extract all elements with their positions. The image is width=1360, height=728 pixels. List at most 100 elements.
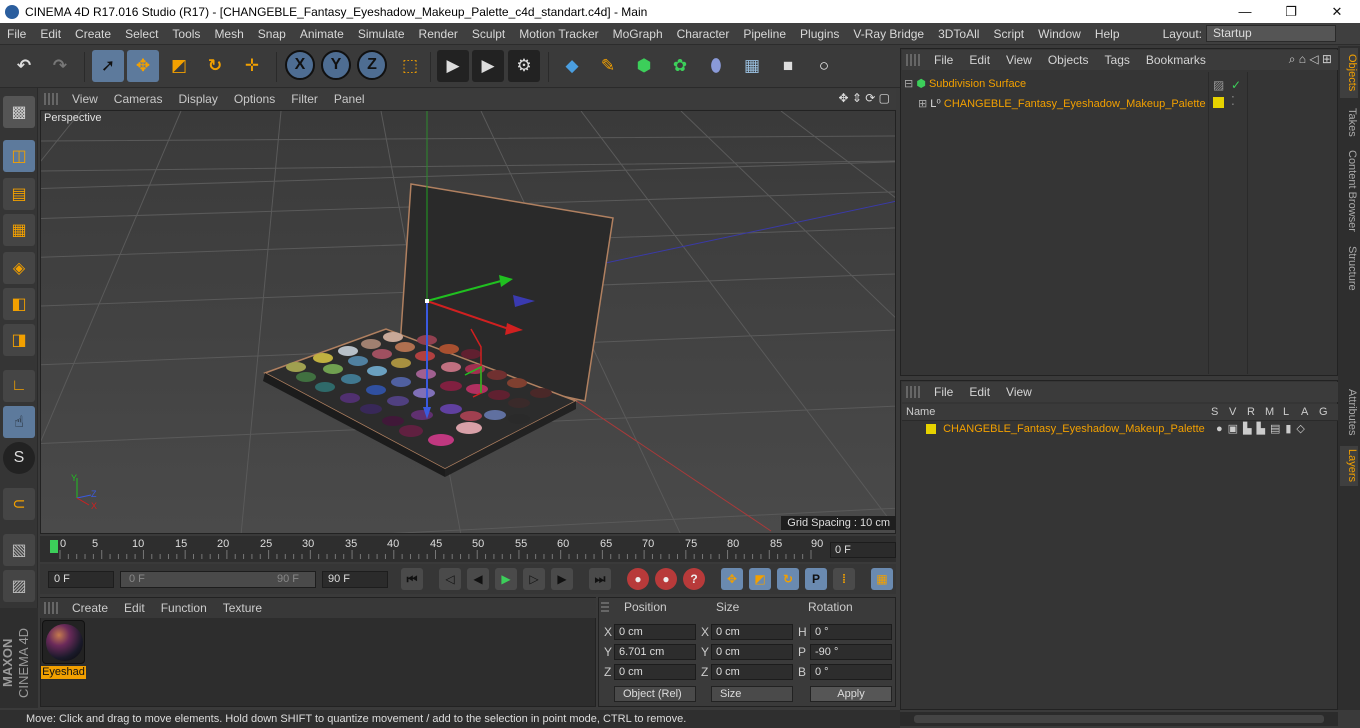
- expand-toggle-icon[interactable]: ⊞: [918, 98, 927, 110]
- layer-col-solo[interactable]: S: [1211, 406, 1218, 418]
- layer-col-locked[interactable]: L: [1283, 406, 1289, 418]
- go-to-next-key-icon[interactable]: ▶: [551, 568, 573, 590]
- menu-pipeline[interactable]: Pipeline: [736, 27, 793, 41]
- floor-icon[interactable]: ▦: [736, 50, 768, 82]
- recent-tools-icon[interactable]: ✛: [236, 50, 268, 82]
- menu-animate[interactable]: Animate: [293, 27, 351, 41]
- menu-sculpt[interactable]: Sculpt: [465, 27, 512, 41]
- record-active-objects-icon[interactable]: ●: [627, 568, 649, 590]
- menu-vray-bridge[interactable]: V-Ray Bridge: [846, 27, 931, 41]
- object-row-palette[interactable]: ⊞ L⁰ CHANGEBLE_Fantasy_Eyeshadow_Makeup_…: [904, 95, 1208, 113]
- planar-workplane-icon[interactable]: ▨: [3, 570, 35, 602]
- light-icon[interactable]: ○: [808, 50, 840, 82]
- objects-menu-file[interactable]: File: [926, 53, 961, 67]
- layers-menu-edit[interactable]: Edit: [961, 385, 998, 399]
- magnet-icon[interactable]: ⊂: [3, 488, 35, 520]
- expand-toggle-icon[interactable]: ⊟: [904, 78, 913, 90]
- layer-color-swatch[interactable]: [926, 424, 936, 435]
- pos-x-field[interactable]: 0 cm: [614, 624, 696, 640]
- tab-structure[interactable]: Structure: [1340, 240, 1358, 296]
- menu-tools[interactable]: Tools: [165, 27, 207, 41]
- minimize-button[interactable]: —: [1222, 4, 1268, 19]
- layers-menu-view[interactable]: View: [998, 385, 1040, 399]
- workplane-lock-icon[interactable]: ▧: [3, 534, 35, 566]
- viewport-menu-cameras[interactable]: Cameras: [106, 92, 171, 106]
- objects-menu-tags[interactable]: Tags: [1097, 53, 1138, 67]
- layer-col-render[interactable]: R: [1247, 406, 1255, 418]
- axis-mode-icon[interactable]: ∟: [3, 370, 35, 402]
- tweak-mode-icon[interactable]: ☝: [3, 406, 35, 438]
- rot-p-field[interactable]: -90 °: [810, 644, 892, 660]
- model-mode-icon[interactable]: ◫: [3, 140, 35, 172]
- viewport-nav-icons[interactable]: ✥ ⇕ ⟳ ▢: [838, 91, 890, 105]
- size-z-field[interactable]: 0 cm: [711, 664, 793, 680]
- viewport-menu-panel[interactable]: Panel: [326, 92, 373, 106]
- deformer-icon[interactable]: ⬮: [700, 50, 732, 82]
- scale-tool-icon[interactable]: ◩: [163, 50, 195, 82]
- camera-icon[interactable]: ■: [772, 50, 804, 82]
- layer-color-swatch[interactable]: [1213, 97, 1224, 108]
- menu-window[interactable]: Window: [1031, 27, 1088, 41]
- key-point-level-icon[interactable]: ⁞: [833, 568, 855, 590]
- go-to-previous-key-icon[interactable]: ◁: [439, 568, 461, 590]
- material-name-label[interactable]: Eyeshad: [41, 666, 86, 679]
- menu-plugins[interactable]: Plugins: [793, 27, 846, 41]
- material-menu-edit[interactable]: Edit: [116, 601, 153, 615]
- maximize-button[interactable]: ❐: [1268, 4, 1314, 20]
- render-view-icon[interactable]: ▶: [437, 50, 469, 82]
- rot-b-field[interactable]: 0 °: [810, 664, 892, 680]
- material-menu-texture[interactable]: Texture: [215, 601, 270, 615]
- coordinate-system-icon[interactable]: ⬚: [394, 50, 426, 82]
- menu-mesh[interactable]: Mesh: [207, 27, 250, 41]
- size-y-field[interactable]: 0 cm: [711, 644, 793, 660]
- texture-mode-icon[interactable]: ▤: [3, 178, 35, 210]
- render-settings-icon[interactable]: ⚙: [508, 50, 540, 82]
- material-menu-create[interactable]: Create: [64, 601, 116, 615]
- viewport-menu-view[interactable]: View: [64, 92, 106, 106]
- material-preview-swatch[interactable]: [42, 620, 85, 664]
- layout-dropdown[interactable]: Startup: [1206, 25, 1336, 42]
- perspective-viewport[interactable]: Y Z X: [40, 110, 896, 534]
- enable-check-icon[interactable]: ✓: [1231, 78, 1241, 92]
- key-position-icon[interactable]: ✥: [721, 568, 743, 590]
- layers-menu-file[interactable]: File: [926, 385, 961, 399]
- cube-primitive-icon[interactable]: ◆: [556, 50, 588, 82]
- horizontal-scrollbar[interactable]: [900, 712, 1338, 726]
- spline-pen-icon[interactable]: ✎: [592, 50, 624, 82]
- viewport-menu-filter[interactable]: Filter: [283, 92, 326, 106]
- scrollbar-thumb[interactable]: [914, 715, 1324, 723]
- viewport-menu-display[interactable]: Display: [170, 92, 225, 106]
- menu-create[interactable]: Create: [68, 27, 118, 41]
- pos-z-field[interactable]: 0 cm: [614, 664, 696, 680]
- snap-icon[interactable]: S: [3, 442, 35, 474]
- tab-content-browser[interactable]: Content Browser: [1340, 146, 1358, 236]
- pos-y-field[interactable]: 6.701 cm: [614, 644, 696, 660]
- menu-snap[interactable]: Snap: [251, 27, 293, 41]
- objects-menu-bookmarks[interactable]: Bookmarks: [1138, 53, 1214, 67]
- live-selection-icon[interactable]: ➚: [92, 50, 124, 82]
- material-menu-function[interactable]: Function: [153, 601, 215, 615]
- keyframe-selection-icon[interactable]: ?: [683, 568, 705, 590]
- size-x-field[interactable]: 0 cm: [711, 624, 793, 640]
- z-axis-lock-button[interactable]: Z: [357, 50, 387, 80]
- previous-frame-icon[interactable]: ◀: [467, 568, 489, 590]
- objects-menu-view[interactable]: View: [998, 53, 1040, 67]
- cloner-icon[interactable]: ✿: [664, 50, 696, 82]
- coordinate-mode-dropdown[interactable]: Object (Rel): [614, 686, 696, 702]
- current-frame-field[interactable]: 0 F: [830, 542, 896, 558]
- size-mode-dropdown[interactable]: Size: [711, 686, 793, 702]
- objects-search-icons[interactable]: ⌕ ⌂ ◁ ⊞: [1289, 52, 1332, 67]
- timeline-window-icon[interactable]: ▦: [871, 568, 893, 590]
- y-axis-lock-button[interactable]: Y: [321, 50, 351, 80]
- tab-objects[interactable]: Objects: [1340, 48, 1358, 98]
- rot-h-field[interactable]: 0 °: [810, 624, 892, 640]
- tab-attributes[interactable]: Attributes: [1340, 382, 1358, 442]
- menu-simulate[interactable]: Simulate: [351, 27, 412, 41]
- subdivision-surface-icon[interactable]: ⬢: [628, 50, 660, 82]
- play-forward-icon[interactable]: ▶: [495, 568, 517, 590]
- go-to-start-icon[interactable]: ⏮: [401, 568, 423, 590]
- layer-col-name[interactable]: Name: [906, 406, 935, 418]
- go-to-end-icon[interactable]: ⏭: [589, 568, 611, 590]
- render-picture-viewer-icon[interactable]: ▶: [472, 50, 504, 82]
- viewport-menu-options[interactable]: Options: [226, 92, 283, 106]
